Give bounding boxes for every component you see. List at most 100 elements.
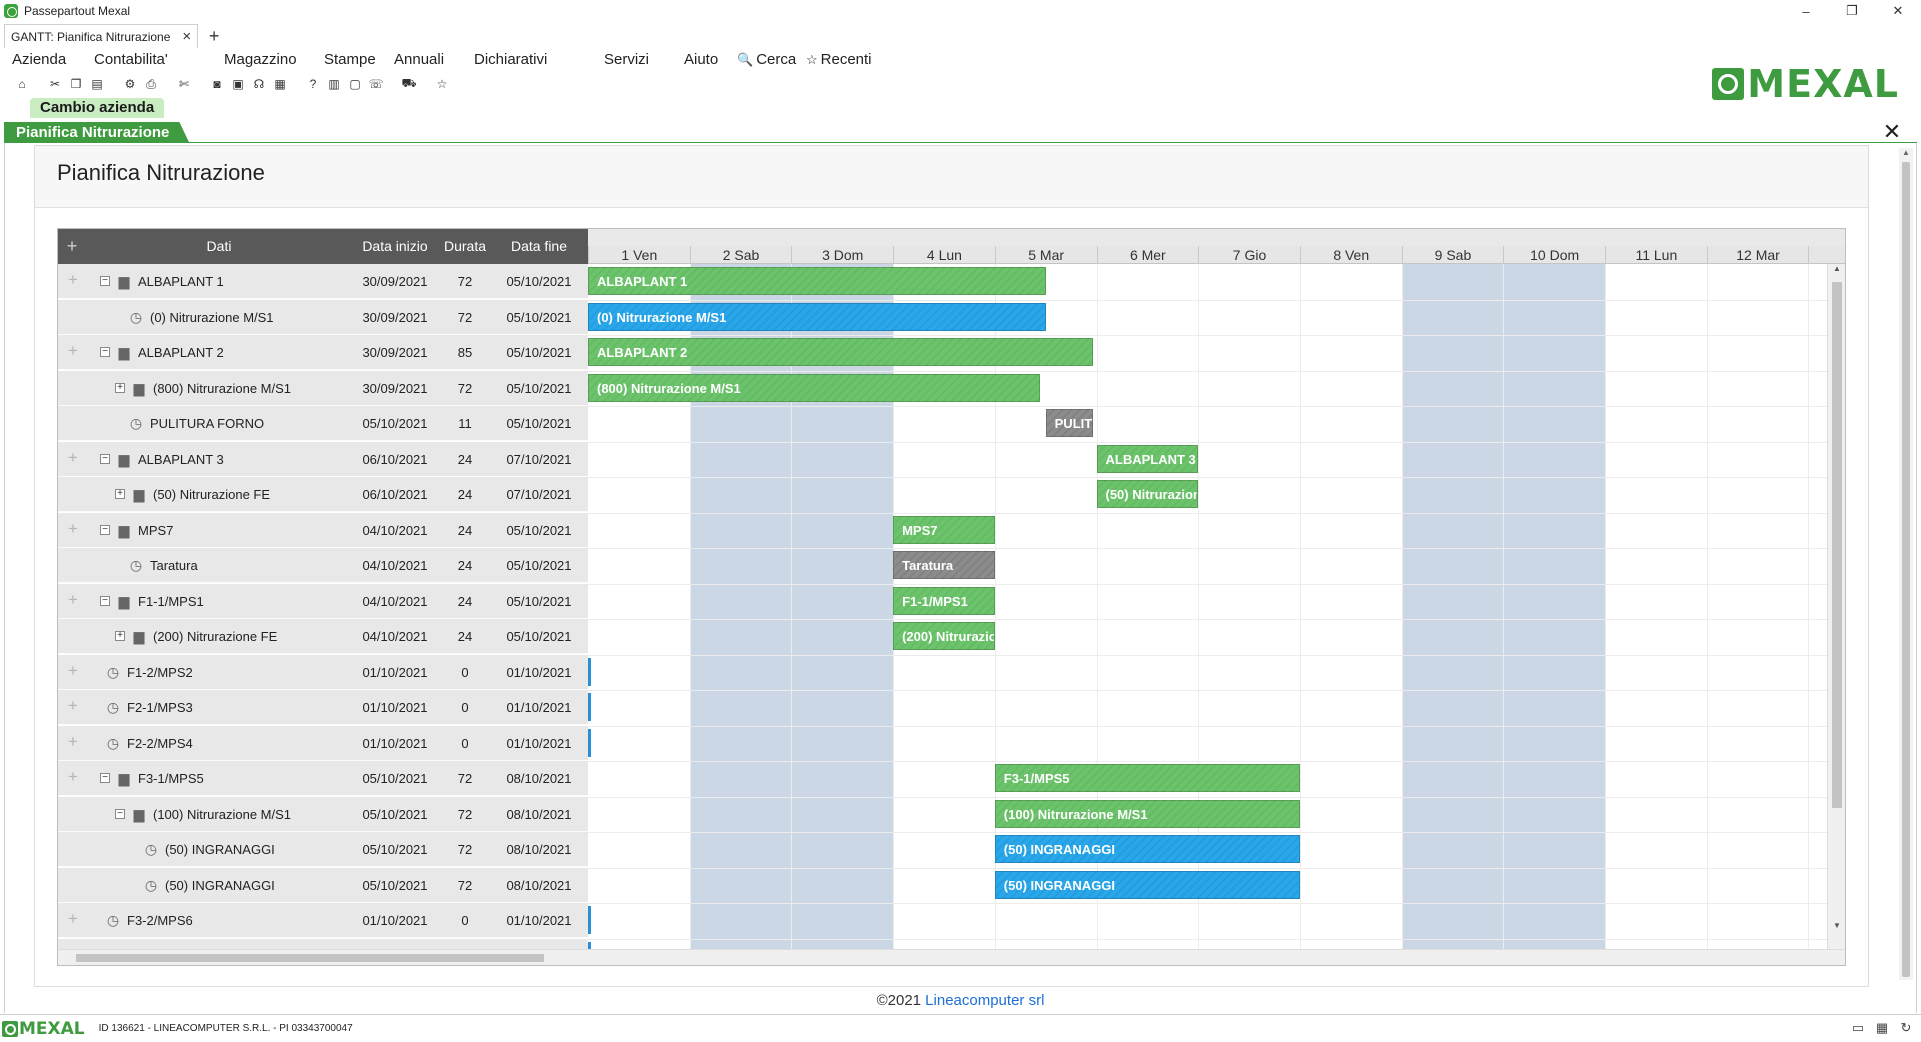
collapse-icon[interactable]: − [115,808,125,819]
scroll-up-icon[interactable]: ▲ [1899,148,1913,160]
task-row[interactable]: + − ▆ ALBAPLANT 2 30/09/2021 85 05/10/2021 [58,335,588,370]
collapse-icon[interactable]: − [100,595,110,606]
add-subtask-icon[interactable] [66,841,80,855]
collapse-icon[interactable]: − [100,347,110,357]
add-subtask-icon[interactable]: + [66,449,80,466]
task-row[interactable]: + ◷ F3-2/MPS6 01/10/2021 0 01/10/2021 [58,903,588,938]
menu-servizi[interactable]: Servizi [604,51,649,68]
task-row[interactable]: + ◷ F1-2/MPS2 01/10/2021 0 01/10/2021 [58,654,588,690]
task-row[interactable]: + ▆ (800) Nitrurazione M/S1 30/09/2021 72 05/… [58,370,588,406]
new-tab-button[interactable]: + [202,24,226,48]
home-icon[interactable]: ⌂ [14,76,30,92]
collapse-icon[interactable]: − [100,524,110,535]
collapse-icon[interactable]: − [100,453,110,464]
add-subtask-icon[interactable] [66,877,80,891]
task-row[interactable]: + − ▆ MPS7 04/10/2021 24 05/10/2021 [58,512,588,548]
monitor-icon[interactable]: ▭ [1849,1020,1867,1038]
star-icon[interactable]: ☆ [434,76,450,92]
scissors-icon[interactable]: ✄ [176,76,192,92]
gantt-bar[interactable]: PULITURA FORNO [1045,409,1094,437]
page-scrollbar[interactable]: ▲ [1899,148,1913,980]
page-scrollbar-thumb[interactable] [1902,162,1910,977]
close-button[interactable]: ✕ [1875,0,1921,22]
add-subtask-icon[interactable]: + [66,662,80,679]
headset-icon[interactable]: ☊ [251,76,267,92]
add-subtask-icon[interactable] [66,415,80,429]
add-subtask-icon[interactable]: + [66,271,80,288]
camera-icon[interactable]: ◙ [209,76,225,92]
tools-icon[interactable]: ⚙ [122,76,138,92]
menu-dichiarativi[interactable]: Dichiarativi [474,51,547,68]
add-subtask-icon[interactable]: + [66,697,80,714]
gantt-bar[interactable]: ALBAPLANT 3 [1096,444,1199,473]
cart-icon[interactable]: ⛟ [401,76,417,92]
gantt-bar[interactable]: (50) INGRANAGGI [994,835,1300,863]
cambio-azienda-button[interactable]: Cambio azienda [30,98,165,118]
expand-icon[interactable]: + [115,631,125,641]
gantt-bar[interactable]: (0) Nitrurazione M/S1 [588,302,1046,331]
image-icon[interactable]: ▣ [230,76,246,92]
add-subtask-icon[interactable] [66,309,80,323]
add-subtask-icon[interactable] [66,380,80,394]
add-subtask-icon[interactable] [66,486,80,500]
task-row[interactable]: + ▆ (50) Nitrurazione FE 06/10/2021 24 07/10/… [58,477,588,512]
task-row[interactable]: ◷ (0) Nitrurazione M/S1 30/09/2021 72 05/10/… [58,299,588,335]
gantt-horizontal-scrollbar[interactable] [58,949,1845,965]
menu-recenti[interactable]: ☆ Recenti [806,51,872,68]
task-row[interactable]: + ◷ F2-2/MPS4 01/10/2021 0 01/10/2021 [58,725,588,761]
company-link[interactable]: Lineacomputer srl [925,992,1044,1009]
gantt-bar[interactable]: Taratura [893,551,995,579]
close-window-icon[interactable]: ✕ [1881,121,1903,144]
column-data-inizio[interactable]: Data inizio [350,229,440,264]
gantt-vertical-scrollbar[interactable]: ▲ ▼ [1827,264,1845,951]
chat-icon[interactable]: ☏ [368,76,384,92]
column-data-fine[interactable]: Data fine [490,229,588,264]
task-row[interactable]: ◷ Taratura 04/10/2021 24 05/10/2021 [58,548,588,583]
menu-stampe[interactable]: Stampe [324,51,376,68]
paste-icon[interactable]: ▤ [89,76,105,92]
add-subtask-icon[interactable] [66,806,80,820]
task-row[interactable]: − ▆ (100) Nitrurazione M/S1 05/10/2021 72 08/… [58,796,588,832]
window-tab-pianifica[interactable]: Pianifica Nitrurazione [4,122,189,143]
gantt-bar[interactable]: (50) Nitrurazione FE [1096,480,1199,508]
calendar-icon[interactable]: ▦ [272,76,288,92]
cut-icon[interactable]: ✂ [47,76,63,92]
maximize-button[interactable]: ❐ [1829,0,1875,22]
gantt-vscroll-thumb[interactable] [1832,282,1842,808]
task-row[interactable]: + ▆ (200) Nitrurazione FE 04/10/2021 24 05/10… [58,619,588,654]
column-durata[interactable]: Durata [440,229,490,264]
gantt-bar[interactable]: MPS7 [893,515,995,544]
tab-gantt[interactable]: GANTT: Pianifica Nitrurazione × [4,24,199,48]
refresh-icon[interactable]: ↻ [1897,1020,1915,1038]
copy-icon[interactable]: ❐ [68,76,84,92]
menu-annuali[interactable]: Annuali [394,51,444,68]
milestone-marker[interactable] [588,693,591,721]
document-icon[interactable]: ▢ [347,76,363,92]
scroll-down-icon[interactable]: ▼ [1828,921,1845,935]
print-icon[interactable]: ⎙ [143,76,159,92]
column-dati[interactable]: Dati [88,229,350,264]
add-subtask-icon[interactable]: + [66,733,80,750]
menu-contabilita[interactable]: Contabilita' [94,51,168,68]
collapse-icon[interactable]: − [100,276,110,286]
add-task-icon[interactable]: + [64,237,80,255]
gantt-bar[interactable]: (50) INGRANAGGI [994,870,1300,899]
task-row[interactable]: ◷ (50) INGRANAGGI 05/10/2021 72 08/10/2021 [58,867,588,903]
task-row[interactable]: + − ▆ ALBAPLANT 1 30/09/2021 72 05/10/2021 [58,264,588,299]
tab-close-icon[interactable]: × [182,28,191,45]
gantt-bar[interactable]: (200) Nitrurazione FE [893,622,995,650]
menu-magazzino[interactable]: Magazzino [224,51,297,68]
task-row[interactable]: + − ▆ F3-1/MPS5 05/10/2021 72 08/10/2021 [58,761,588,796]
help-icon[interactable]: ? [305,76,321,92]
task-row[interactable]: + ◷ F2-1/MPS3 01/10/2021 0 01/10/2021 [58,690,588,725]
gantt-bar[interactable]: (800) Nitrurazione M/S1 [588,373,1040,402]
gantt-bar[interactable]: F3-1/MPS5 [994,764,1300,792]
menu-cerca[interactable]: 🔍 Cerca [737,51,796,68]
task-row[interactable]: ◷ PULITURA FORNO 05/10/2021 11 05/10/2021 [58,406,588,441]
milestone-marker[interactable] [588,906,591,934]
task-row[interactable]: ◷ (50) INGRANAGGI 05/10/2021 72 08/10/2021 [58,832,588,867]
collapse-icon[interactable]: − [100,773,110,783]
minimize-button[interactable]: – [1783,0,1829,22]
milestone-marker[interactable] [588,657,591,686]
add-subtask-icon[interactable] [66,557,80,571]
